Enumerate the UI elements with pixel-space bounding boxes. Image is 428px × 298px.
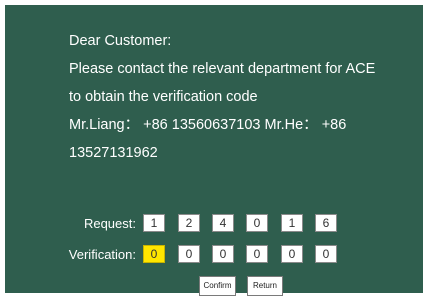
verification-digit-6[interactable]: 0 <box>315 245 337 263</box>
request-digit-5: 1 <box>281 214 303 232</box>
verification-digit-1[interactable]: 0 <box>143 245 165 263</box>
contact-phones: Mr.Liang： +86 13560637103 Mr.He： +86 <box>69 117 347 133</box>
request-digit-1: 1 <box>143 214 165 232</box>
contact-phones-cont: 13527131962 <box>69 145 158 161</box>
request-digit-6: 6 <box>315 214 337 232</box>
greeting-text: Dear Customer: <box>69 33 172 49</box>
request-digit-2: 2 <box>178 214 200 232</box>
dialog-panel: Dear Customer: Please contact the releva… <box>5 5 423 296</box>
return-button[interactable]: Return <box>247 276 283 296</box>
verification-label: Verification: <box>68 247 136 262</box>
instruction-text-cont: to obtain the verification code <box>69 89 258 105</box>
request-row: Request: 1 2 4 0 1 6 <box>5 214 423 233</box>
verification-row: Verification: 0 0 0 0 0 0 <box>5 245 423 264</box>
request-label: Request: <box>83 216 136 231</box>
verification-digit-5[interactable]: 0 <box>281 245 303 263</box>
instruction-text: Please contact the relevant department f… <box>69 61 376 77</box>
verification-digit-4[interactable]: 0 <box>246 245 268 263</box>
request-digit-3: 4 <box>212 214 234 232</box>
verification-digit-3[interactable]: 0 <box>212 245 234 263</box>
confirm-button[interactable]: Confirm <box>199 276 236 296</box>
contact-message: Dear Customer: Please contact the releva… <box>69 27 414 167</box>
verification-digit-2[interactable]: 0 <box>178 245 200 263</box>
request-digit-4: 0 <box>246 214 268 232</box>
